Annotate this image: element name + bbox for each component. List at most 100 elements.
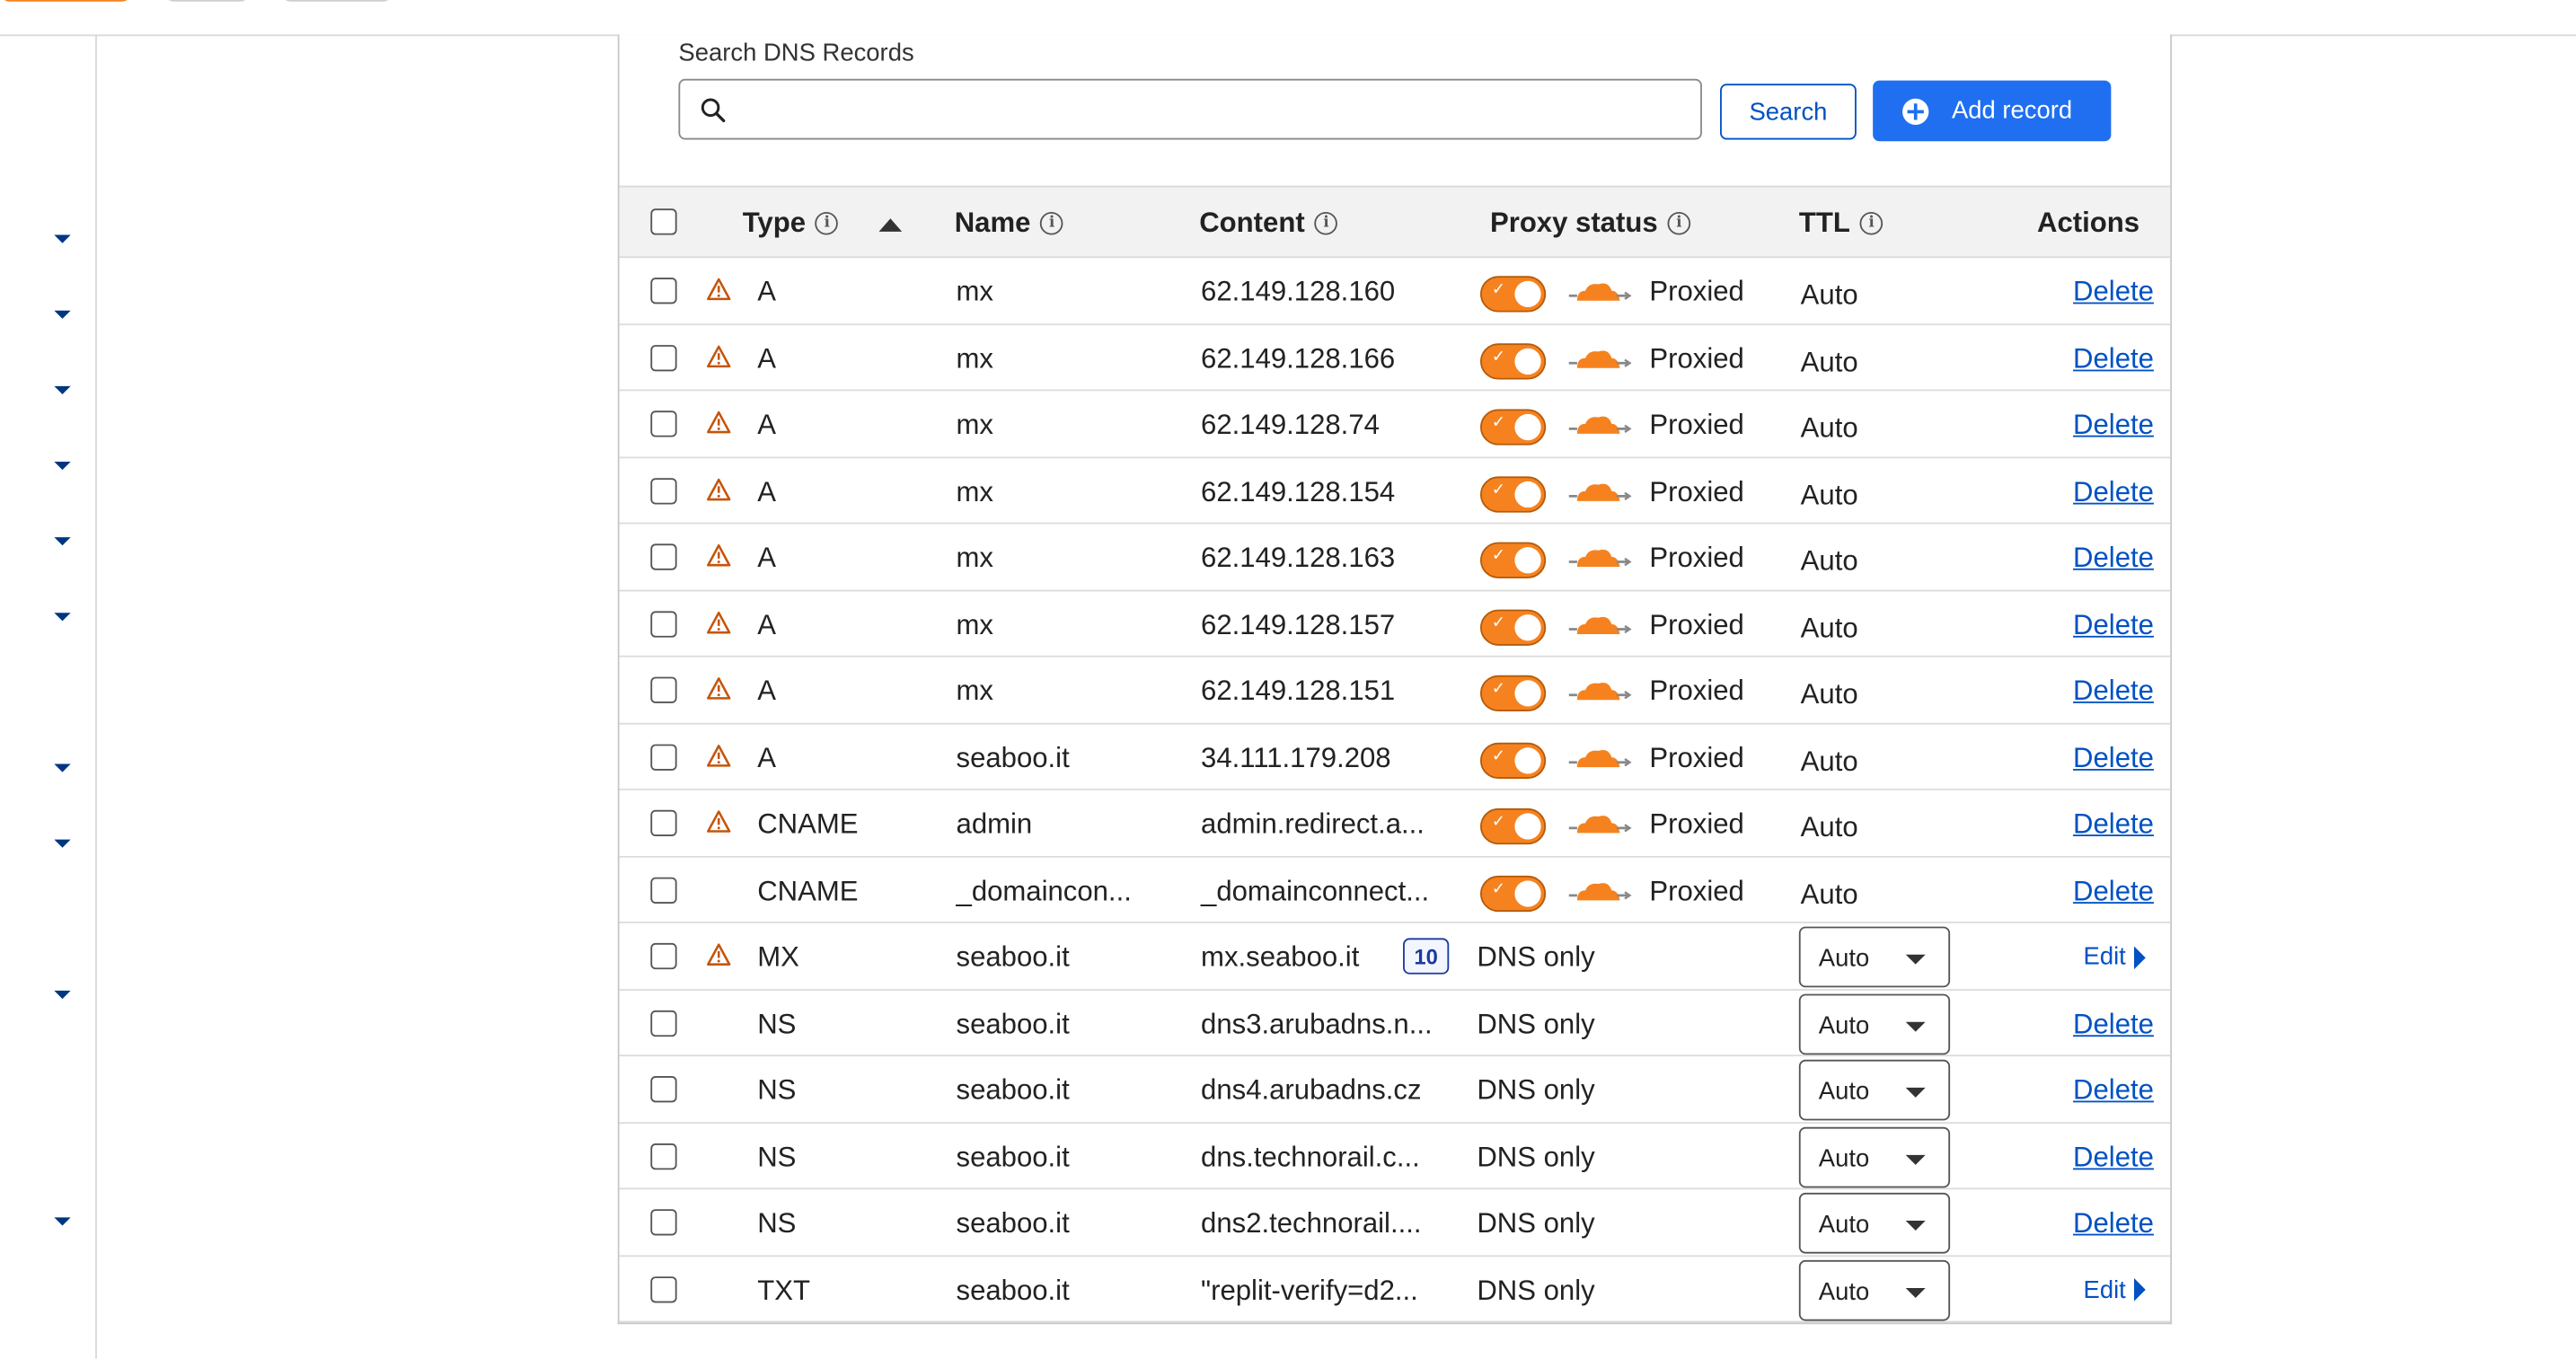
ttl-select[interactable]: Auto — [1798, 926, 1951, 988]
edit-button[interactable]: Edit — [2084, 943, 2146, 971]
warning-icon[interactable] — [707, 543, 731, 567]
chevron-down-icon[interactable] — [54, 461, 71, 471]
row-checkbox[interactable] — [650, 1275, 677, 1302]
table-row[interactable]: TXT seaboo.it "replit-verify=d2... DNS only… — [619, 1256, 2171, 1323]
warning-icon[interactable] — [707, 810, 731, 834]
column-header-proxy-status[interactable]: Proxy status i — [1490, 207, 1691, 240]
ttl-select[interactable]: Auto — [1798, 1258, 1951, 1320]
row-checkbox[interactable] — [650, 543, 677, 570]
proxy-toggle[interactable]: ✓ — [1480, 807, 1547, 845]
column-header-ttl[interactable]: TTL i — [1799, 207, 1883, 240]
edit-button[interactable]: Edit — [2084, 1275, 2146, 1303]
table-row[interactable]: CNAME _domaincon... _domainconnect... ✓ Prox… — [619, 857, 2171, 923]
delete-button[interactable]: Delete — [2073, 1008, 2154, 1041]
warning-icon[interactable] — [707, 477, 731, 500]
proxy-toggle[interactable]: ✓ — [1480, 741, 1547, 779]
table-row[interactable]: NS seaboo.it dns3.arubadns.n... DNS only Aut… — [619, 990, 2171, 1057]
search-button[interactable]: Search — [1720, 84, 1857, 140]
delete-button[interactable]: Delete — [2073, 1141, 2154, 1174]
ttl-select[interactable]: Auto — [1798, 1125, 1951, 1187]
row-checkbox[interactable] — [650, 1143, 677, 1169]
table-row[interactable]: CNAME admin admin.redirect.a... ✓ Proxied Aut… — [619, 790, 2171, 857]
row-checkbox[interactable] — [650, 344, 677, 371]
row-checkbox[interactable] — [650, 942, 677, 970]
warning-icon[interactable] — [707, 278, 731, 301]
search-field[interactable] — [678, 78, 1702, 142]
info-icon[interactable]: i — [1667, 211, 1691, 235]
table-row[interactable]: NS seaboo.it dns4.arubadns.cz DNS only Auto D… — [619, 1056, 2171, 1124]
chevron-down-icon[interactable] — [54, 385, 71, 394]
delete-button[interactable]: Delete — [2073, 609, 2154, 642]
chevron-down-icon[interactable] — [54, 990, 71, 1000]
proxy-toggle[interactable]: ✓ — [1480, 542, 1547, 578]
info-icon[interactable]: i — [1859, 211, 1883, 235]
top-tab-1[interactable] — [0, 0, 132, 2]
chevron-down-icon[interactable] — [54, 310, 71, 319]
delete-button[interactable]: Delete — [2073, 342, 2154, 375]
warning-icon[interactable] — [707, 611, 731, 634]
delete-button[interactable]: Delete — [2073, 276, 2154, 309]
proxy-toggle[interactable]: ✓ — [1480, 874, 1547, 912]
chevron-down-icon[interactable] — [54, 1217, 71, 1226]
row-checkbox[interactable] — [650, 1209, 677, 1236]
select-all-checkbox[interactable] — [650, 208, 677, 235]
ttl-select[interactable]: Auto — [1798, 993, 1951, 1055]
warning-icon[interactable] — [707, 943, 731, 966]
proxy-toggle[interactable]: ✓ — [1480, 475, 1547, 512]
row-checkbox[interactable] — [650, 676, 677, 703]
row-checkbox[interactable] — [650, 410, 677, 437]
delete-button[interactable]: Delete — [2073, 808, 2154, 842]
delete-button[interactable]: Delete — [2073, 742, 2154, 775]
delete-button[interactable]: Delete — [2073, 875, 2154, 908]
delete-button[interactable]: Delete — [2073, 1074, 2154, 1107]
column-header-type[interactable]: Type i — [743, 207, 839, 240]
table-row[interactable]: NS seaboo.it dns2.technorail.... DNS only Au… — [619, 1189, 2171, 1257]
warning-icon[interactable] — [707, 344, 731, 367]
proxy-toggle[interactable]: ✓ — [1480, 675, 1547, 711]
row-checkbox[interactable] — [650, 1009, 677, 1037]
search-input[interactable] — [732, 80, 1692, 142]
row-checkbox[interactable] — [650, 610, 677, 637]
table-row[interactable]: Amx 62.149.128.154 ✓ Proxied Auto Delete — [619, 457, 2171, 525]
table-row[interactable]: Amx 62.149.128.166 ✓ Proxied Auto Delete — [619, 324, 2171, 392]
table-row[interactable]: Amx 62.149.128.151 ✓ Proxied Auto Delete — [619, 657, 2171, 724]
row-checkbox[interactable] — [650, 477, 677, 504]
column-header-name[interactable]: Name i — [955, 207, 1063, 240]
chevron-down-icon[interactable] — [54, 234, 71, 243]
proxy-toggle[interactable]: ✓ — [1480, 409, 1547, 446]
table-row[interactable]: NS seaboo.it dns.technorail.c... DNS only Au… — [619, 1123, 2171, 1190]
row-checkbox[interactable] — [650, 1076, 677, 1103]
delete-button[interactable]: Delete — [2073, 543, 2154, 576]
delete-button[interactable]: Delete — [2073, 1207, 2154, 1240]
row-checkbox[interactable] — [650, 809, 677, 837]
chevron-down-icon[interactable] — [54, 613, 71, 622]
ttl-select[interactable]: Auto — [1798, 1059, 1951, 1121]
delete-button[interactable]: Delete — [2073, 409, 2154, 442]
proxy-toggle[interactable]: ✓ — [1480, 276, 1547, 313]
add-record-button[interactable]: Add record — [1873, 80, 2112, 142]
top-tab-3[interactable] — [280, 0, 393, 2]
row-checkbox[interactable] — [650, 278, 677, 304]
proxy-toggle[interactable]: ✓ — [1480, 342, 1547, 379]
chevron-down-icon[interactable] — [54, 763, 71, 772]
row-checkbox[interactable] — [650, 876, 677, 904]
column-header-content[interactable]: Content i — [1199, 207, 1338, 240]
table-row[interactable]: Amx 62.149.128.160 ✓ Proxied Auto Delete — [619, 258, 2171, 325]
ttl-select[interactable]: Auto — [1798, 1192, 1951, 1254]
table-row[interactable]: Amx 62.149.128.157 ✓ Proxied Auto Delete — [619, 591, 2171, 657]
sort-ascending-icon[interactable] — [878, 218, 903, 232]
delete-button[interactable]: Delete — [2073, 675, 2154, 709]
table-row[interactable]: Amx 62.149.128.163 ✓ Proxied Auto Delete — [619, 524, 2171, 591]
chevron-down-icon[interactable] — [54, 537, 71, 546]
chevron-down-icon[interactable] — [54, 839, 71, 848]
table-row[interactable]: MX seaboo.it mx.seaboo.it 10 DNS only Auto Edi… — [619, 923, 2171, 991]
top-tab-2[interactable] — [163, 0, 251, 2]
info-icon[interactable]: i — [1040, 211, 1063, 235]
proxy-toggle[interactable]: ✓ — [1480, 608, 1547, 645]
row-checkbox[interactable] — [650, 743, 677, 770]
info-icon[interactable]: i — [1314, 211, 1338, 235]
warning-icon[interactable] — [707, 677, 731, 701]
warning-icon[interactable] — [707, 410, 731, 434]
info-icon[interactable]: i — [815, 211, 839, 235]
delete-button[interactable]: Delete — [2073, 476, 2154, 509]
